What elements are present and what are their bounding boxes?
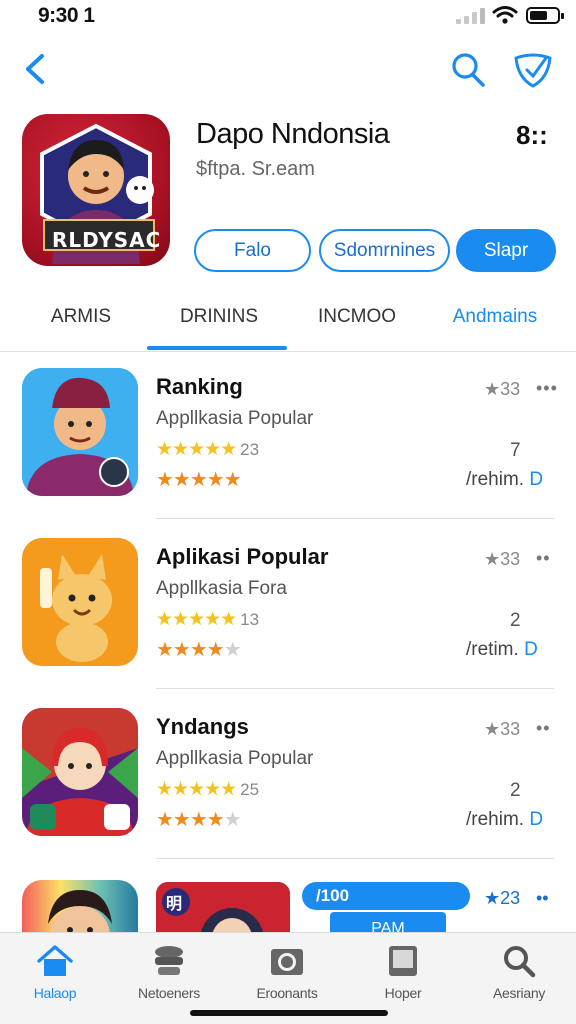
tab-label: Netoeners bbox=[138, 985, 200, 1001]
search-icon[interactable] bbox=[448, 48, 488, 90]
item-action[interactable]: /rehim. D bbox=[466, 469, 543, 491]
rating-value: ★33 bbox=[484, 719, 521, 739]
divider bbox=[156, 688, 554, 689]
wifi-icon bbox=[492, 6, 518, 24]
tab-incmoo[interactable]: INCMOO bbox=[298, 306, 416, 328]
camera-icon bbox=[271, 949, 303, 975]
promo-pill[interactable]: /100 bbox=[302, 882, 470, 910]
app-icon-text: RLDYSAC bbox=[52, 228, 162, 252]
tab-armis[interactable]: ARMIS bbox=[26, 306, 136, 328]
tab-indicator bbox=[147, 346, 287, 350]
tab-home[interactable]: Halaop bbox=[0, 943, 110, 1001]
item-title: Ranking bbox=[156, 374, 243, 399]
item-number: 2 bbox=[510, 780, 521, 801]
app-subtitle: $ftpa. Sr.eam bbox=[196, 158, 315, 180]
divider bbox=[156, 518, 554, 519]
rating-stars: ★★★★★ 13 bbox=[156, 609, 260, 630]
rating-value: ★33 bbox=[484, 549, 521, 569]
home-indicator bbox=[190, 1010, 388, 1016]
app-thumbnail bbox=[22, 538, 138, 666]
item-number: 7 bbox=[510, 440, 521, 461]
share-icon[interactable] bbox=[510, 48, 556, 90]
status-bar: 9:30 1 bbox=[0, 0, 576, 34]
list-item[interactable]: Yndangs Appllkasia Popular ★★★★★ 25 ★★★★★… bbox=[0, 692, 576, 862]
tab-andmains[interactable]: Andmains bbox=[432, 306, 558, 328]
segment-tabs: ARMIS DRININS INCMOO Andmains bbox=[0, 296, 576, 352]
battery-icon bbox=[526, 7, 564, 24]
item-subtitle: Appllkasia Popular bbox=[156, 748, 314, 769]
app-thumbnail bbox=[22, 368, 138, 496]
tab-hoper[interactable]: Hoper bbox=[348, 943, 458, 1001]
tab-label: Hoper bbox=[384, 985, 422, 1001]
item-subtitle: Appllkasia Fora bbox=[156, 578, 287, 599]
nav-bar bbox=[0, 40, 576, 100]
primary-button[interactable]: Slapr bbox=[456, 229, 556, 272]
item-number: 2 bbox=[510, 610, 521, 631]
stack-icon bbox=[155, 946, 183, 975]
signal-icon bbox=[456, 8, 486, 24]
tab-eroonants[interactable]: Eroonants bbox=[232, 943, 342, 1001]
app-thumbnail bbox=[22, 708, 138, 836]
rating-stars: ★★★★★ 23 bbox=[156, 439, 260, 460]
follow-button[interactable]: Falo bbox=[194, 229, 311, 272]
tab-label: Aesriany bbox=[492, 985, 546, 1001]
item-action[interactable]: /retim. D bbox=[466, 639, 538, 661]
tab-label: Eroonants bbox=[256, 985, 318, 1001]
search-icon bbox=[504, 946, 536, 978]
more-icon[interactable]: ••• bbox=[536, 378, 558, 399]
tablet-icon bbox=[389, 946, 417, 976]
chevron-left-icon[interactable] bbox=[18, 48, 54, 90]
item-title: Yndangs bbox=[156, 714, 249, 739]
title-badge: 8:: bbox=[516, 120, 548, 150]
divider bbox=[156, 858, 554, 859]
rating-value: ★33 bbox=[484, 379, 521, 399]
more-icon[interactable]: •• bbox=[536, 888, 549, 909]
thumbnail-text: 明 bbox=[166, 894, 183, 913]
rating-stars: ★★★★★ 25 bbox=[156, 779, 260, 800]
user-rating-stars: ★★★★★ bbox=[156, 809, 242, 831]
status-time: 9:30 1 bbox=[38, 4, 95, 27]
tab-drinins[interactable]: DRININS bbox=[160, 306, 278, 328]
user-rating-stars: ★★★★★ bbox=[156, 469, 242, 491]
user-rating-stars: ★★★★★ bbox=[156, 639, 242, 661]
secondary-button[interactable]: Sdomrnines bbox=[319, 229, 450, 272]
list-item[interactable]: Aplikasi Popular Appllkasia Fora ★★★★★ 13… bbox=[0, 522, 576, 692]
home-icon bbox=[37, 945, 73, 976]
app-title: Dapo Nndonsia bbox=[196, 118, 390, 150]
tab-label: Halaop bbox=[33, 985, 77, 1001]
tab-networks[interactable]: Netoeners bbox=[114, 943, 224, 1001]
item-subtitle: Appllkasia Popular bbox=[156, 408, 314, 429]
more-icon[interactable]: •• bbox=[536, 548, 551, 569]
app-thumbnail[interactable] bbox=[22, 880, 138, 940]
tab-search[interactable]: Aesriany bbox=[464, 943, 574, 1001]
app-icon[interactable]: RLDYSAC bbox=[22, 114, 170, 266]
rating-value: ★23 bbox=[484, 888, 521, 908]
list-item[interactable]: Ranking Appllkasia Popular ★★★★★ 23 ★★★★★… bbox=[0, 352, 576, 522]
item-action[interactable]: /rehim. D bbox=[466, 809, 543, 831]
more-icon[interactable]: •• bbox=[536, 718, 551, 739]
item-title: Aplikasi Popular bbox=[156, 544, 329, 569]
